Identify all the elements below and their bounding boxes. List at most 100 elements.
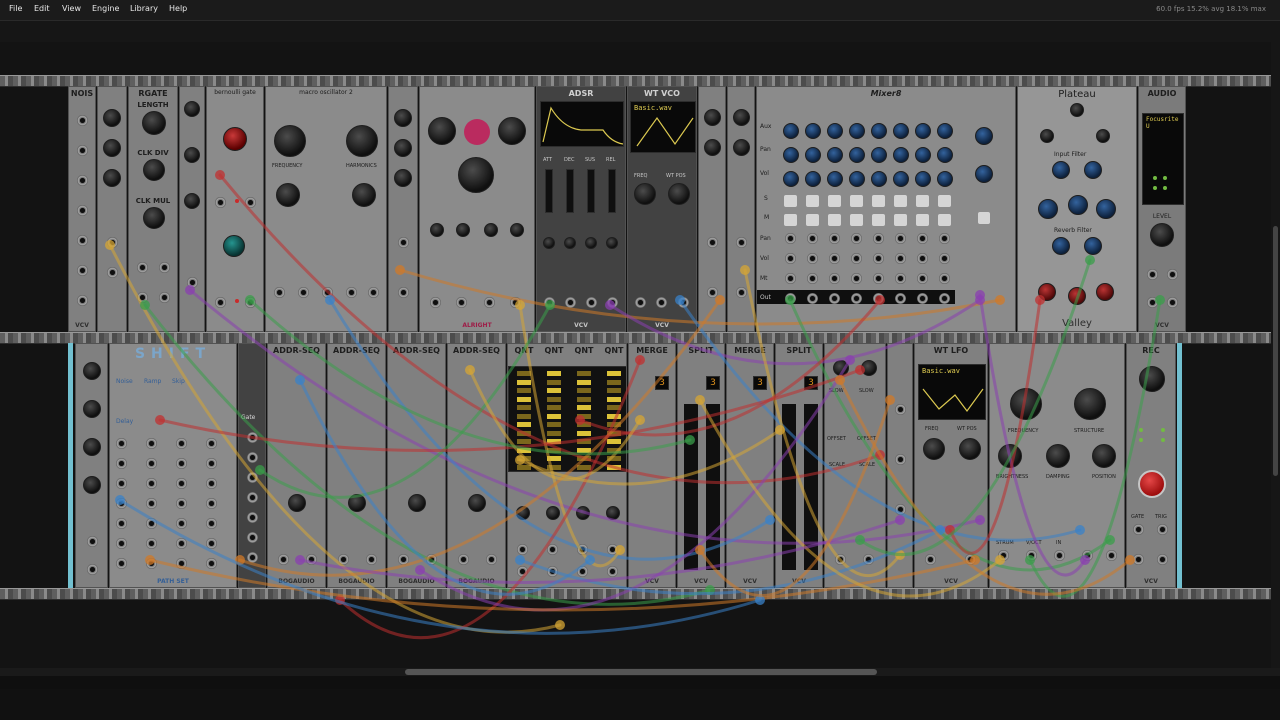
albright-main-knob[interactable]: [458, 157, 494, 193]
module-left-strip[interactable]: [97, 86, 127, 332]
module-addr-seq-2[interactable]: ADDR-SEQ BOGAUDIO: [327, 343, 386, 588]
adsr-sustain-fader[interactable]: [587, 169, 595, 213]
albright-knob-b[interactable]: [456, 223, 470, 237]
resonator-strum-jack[interactable]: [998, 550, 1009, 561]
resonator-structure-knob[interactable]: [1074, 388, 1106, 420]
qnt-3-offset-knob[interactable]: [576, 506, 590, 520]
qnt-note-key[interactable]: [577, 413, 591, 419]
module-att[interactable]: [179, 86, 205, 332]
addrseq-2-out-jack[interactable]: [366, 554, 377, 565]
qnt-note-key[interactable]: [607, 430, 621, 436]
albright-knob-d[interactable]: [510, 223, 524, 237]
qnt-note-key[interactable]: [517, 405, 531, 410]
module-bernoulli-gate[interactable]: bernoulli gate: [206, 86, 264, 332]
bernoulli-out-jack[interactable]: [245, 197, 256, 208]
slew-out-jack-2[interactable]: [863, 554, 874, 565]
nois-red-jack[interactable]: [77, 175, 88, 186]
qnt-note-key[interactable]: [577, 388, 591, 393]
rec-trig-jack[interactable]: [1157, 524, 1168, 535]
plateau-predelay-knob[interactable]: [1070, 103, 1084, 117]
qnt-note-key[interactable]: [547, 413, 561, 419]
mixer-pan-cv-jack[interactable]: [785, 233, 796, 244]
qnt-note-key[interactable]: [607, 456, 621, 461]
menu-engine[interactable]: Engine: [92, 4, 119, 13]
module-nois[interactable]: NOIS VCV: [68, 86, 96, 332]
adsr-gate-jack[interactable]: [544, 297, 555, 308]
macro-timbre-knob[interactable]: [276, 183, 300, 207]
module-qnt-group[interactable]: QNT QNT QNT QNT: [507, 343, 627, 588]
qnt-4-offset-knob[interactable]: [606, 506, 620, 520]
qnt-note-key[interactable]: [547, 447, 561, 453]
qnt-note-key[interactable]: [517, 456, 531, 461]
mixer-mute-cv-jack[interactable]: [873, 273, 884, 284]
mixer-vol-cv-jack[interactable]: [895, 253, 906, 264]
mixer-master-mute-button[interactable]: [978, 212, 990, 224]
qnt-1-offset-knob[interactable]: [516, 506, 530, 520]
mixer-aux-knob[interactable]: [893, 123, 909, 139]
qnt-note-key[interactable]: [607, 405, 621, 410]
plateau-dry-knob[interactable]: [1040, 129, 1054, 143]
adsr-release-fader[interactable]: [608, 169, 616, 213]
mixer-mute-button[interactable]: [916, 214, 929, 226]
qnt-note-key[interactable]: [517, 430, 531, 436]
plateau-reverb-low-knob[interactable]: [1052, 237, 1070, 255]
adsr-env-jack[interactable]: [586, 297, 597, 308]
env-sus-knob[interactable]: [83, 438, 101, 456]
horizontal-scrollbar[interactable]: [0, 668, 1280, 676]
resonator-in-jack[interactable]: [1054, 550, 1065, 561]
mixer-vol-cv-jack[interactable]: [851, 253, 862, 264]
mixer-aux-knob[interactable]: [937, 123, 953, 139]
mixer-pan-knob[interactable]: [783, 147, 799, 163]
shift-jack[interactable]: [116, 458, 127, 469]
mixer-channel-out-jack[interactable]: [873, 293, 884, 304]
qnt-note-key[interactable]: [517, 439, 531, 444]
wtlfo-clk-jack[interactable]: [925, 554, 936, 565]
att-knob-2[interactable]: [184, 147, 200, 163]
env-dec-knob[interactable]: [83, 400, 101, 418]
qnt-3-out-jack[interactable]: [577, 566, 588, 577]
resonance-knob[interactable]: [103, 139, 121, 157]
mixer-aux-knob[interactable]: [783, 123, 799, 139]
addrseq-4-clock-jack[interactable]: [458, 554, 469, 565]
shift-jack[interactable]: [206, 498, 217, 509]
qnt-1-out-jack[interactable]: [517, 566, 528, 577]
qnt-note-key[interactable]: [607, 439, 621, 444]
module-gate-column[interactable]: Gate: [238, 343, 266, 588]
module-wt-vco[interactable]: WT VCO Basic.wav FREQ WT POS VCV: [627, 86, 697, 332]
mixer-vol-knob[interactable]: [893, 171, 909, 187]
mixer-channel-out-jack[interactable]: [917, 293, 928, 304]
albright-jack-4[interactable]: [510, 297, 521, 308]
mixer-aux-knob[interactable]: [827, 123, 843, 139]
filter-resonance-knob[interactable]: [394, 139, 412, 157]
mixer-mute-button[interactable]: [850, 214, 863, 226]
addrseq-1-clock-jack[interactable]: [278, 554, 289, 565]
mixer-channel-out-jack[interactable]: [851, 293, 862, 304]
mixer-vol-knob[interactable]: [805, 171, 821, 187]
qnt-note-key[interactable]: [547, 371, 561, 376]
filter-a-in-jack[interactable]: [707, 237, 718, 248]
qnt-note-key[interactable]: [607, 447, 621, 453]
vertical-scroll-thumb[interactable]: [1273, 226, 1278, 476]
qnt-note-key[interactable]: [517, 422, 531, 427]
strip-input-jack[interactable]: [107, 237, 118, 248]
module-envelope-strip[interactable]: [75, 343, 108, 588]
macro-frequency-knob[interactable]: [274, 125, 306, 157]
module-split-1[interactable]: SPLIT 3 VCV: [677, 343, 725, 588]
mixer-mute-cv-jack[interactable]: [851, 273, 862, 284]
filter-b-in-jack[interactable]: [736, 237, 747, 248]
gate-jack-1[interactable]: [247, 432, 258, 443]
filter-b-cutoff-knob[interactable]: [733, 109, 750, 126]
mixer-vol-cv-jack[interactable]: [939, 253, 950, 264]
adsr-retrig-jack[interactable]: [565, 297, 576, 308]
qnt-note-key[interactable]: [547, 456, 561, 461]
audio-in-left-jack[interactable]: [1147, 269, 1158, 280]
gate-strip-jack-3[interactable]: [895, 504, 906, 515]
rgate-clkmul-knob[interactable]: [143, 207, 165, 229]
shift-jack[interactable]: [206, 458, 217, 469]
mixer-pan-knob[interactable]: [915, 147, 931, 163]
qnt-note-key[interactable]: [547, 422, 561, 427]
addrseq-2-clock-jack[interactable]: [338, 554, 349, 565]
addrseq-1-select-knob[interactable]: [288, 494, 306, 512]
addrseq-3-clock-jack[interactable]: [398, 554, 409, 565]
mixer-mute-button[interactable]: [872, 214, 885, 226]
